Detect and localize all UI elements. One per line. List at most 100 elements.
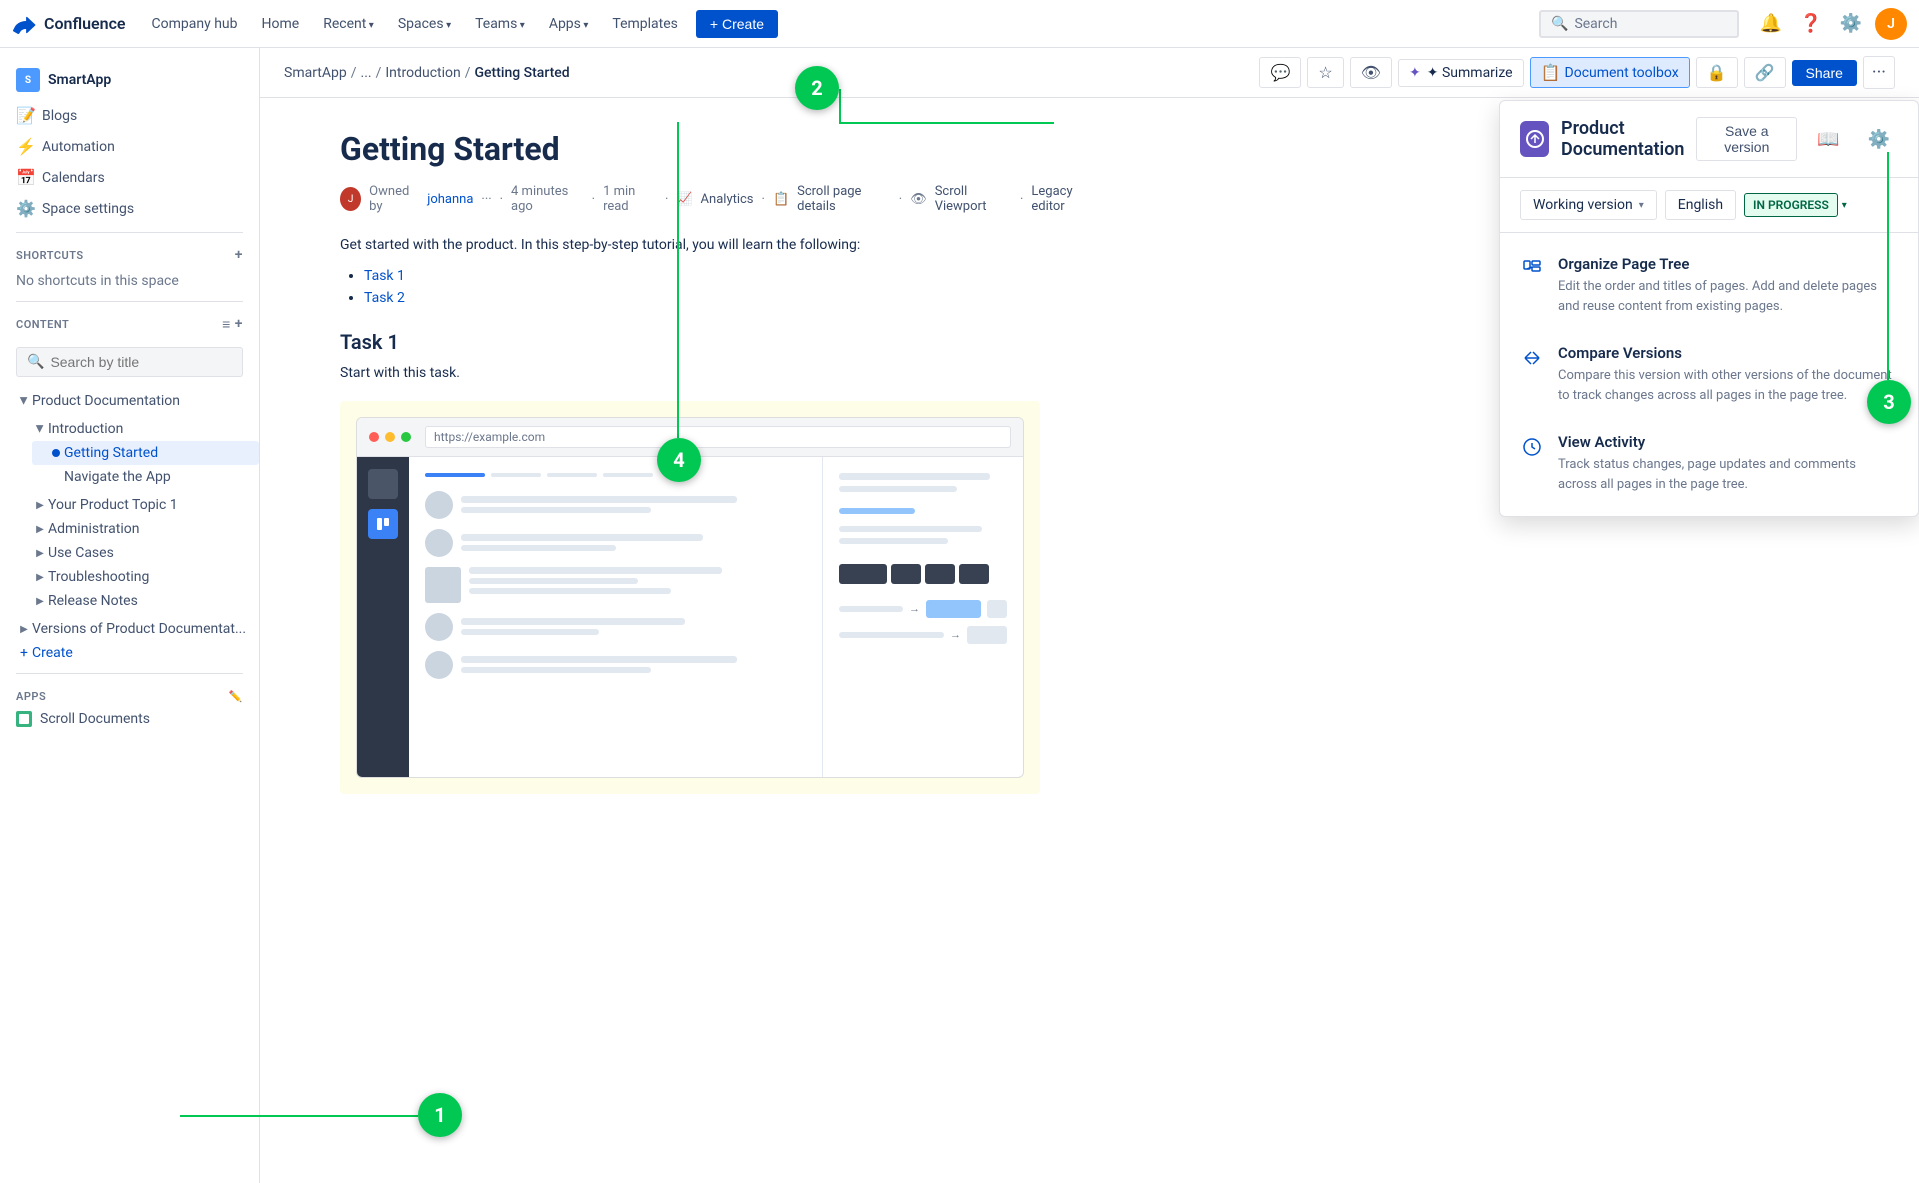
scroll-page-details-link[interactable]: Scroll page details bbox=[797, 184, 891, 214]
more-button[interactable]: ··· bbox=[1863, 56, 1895, 89]
toolbox-compare-desc: Compare this version with other versions… bbox=[1558, 366, 1898, 405]
page-body: Getting Started J Owned by johanna ··· ·… bbox=[340, 130, 1100, 794]
add-content-icon[interactable]: + bbox=[235, 316, 243, 333]
screenshot-line-6 bbox=[469, 578, 638, 584]
tree-row-versions[interactable]: ▶ Versions of Product Documentat... bbox=[0, 617, 259, 641]
toolbox-status-badge: IN PROGRESS bbox=[1744, 193, 1838, 217]
legacy-editor-link[interactable]: Legacy editor bbox=[1031, 184, 1100, 214]
tree-arrow-release-notes: ▶ bbox=[32, 593, 48, 609]
sidebar: S SmartApp 📝 Blogs + ⚡ Automation 📅 Cale… bbox=[0, 48, 260, 1183]
tree-row-your-product-topic-1[interactable]: ▶ Your Product Topic 1 bbox=[16, 493, 259, 517]
step-circle-3: 3 bbox=[1867, 380, 1911, 424]
screenshot-right-line-1 bbox=[839, 473, 990, 480]
browser-dot-yellow bbox=[385, 432, 395, 442]
step-circle-2: 2 bbox=[795, 66, 839, 110]
tree-row-use-cases[interactable]: ▶ Use Cases bbox=[16, 541, 259, 565]
tree-children-product-documentation: ▶ Introduction Getting Started Navigate … bbox=[0, 413, 259, 613]
user-avatar[interactable]: J bbox=[1875, 8, 1907, 40]
calendars-icon: 📅 bbox=[16, 168, 36, 187]
tree-row-navigate-the-app[interactable]: Navigate the App bbox=[32, 465, 259, 489]
breadcrumb-space[interactable]: SmartApp bbox=[284, 65, 347, 81]
nav-spaces[interactable]: Spaces bbox=[388, 10, 461, 38]
screenshot-sidebar-icon-accent bbox=[368, 509, 398, 539]
top-nav: Confluence Company hub Home Recent Space… bbox=[0, 0, 1919, 48]
toolbox-product-icon bbox=[1520, 121, 1549, 157]
comment-button[interactable]: 💬 bbox=[1259, 57, 1301, 88]
breadcrumb-parent[interactable]: Introduction bbox=[385, 65, 460, 81]
sidebar-item-automation[interactable]: ⚡ Automation bbox=[0, 131, 259, 162]
sidebar-item-scroll-documents[interactable]: Scroll Documents bbox=[16, 707, 243, 731]
sidebar-divider-1 bbox=[16, 232, 243, 233]
screenshot-line-10 bbox=[461, 656, 737, 663]
analytics-link[interactable]: Analytics bbox=[701, 192, 754, 207]
toolbox-activity-icon bbox=[1520, 435, 1544, 459]
tree-row-administration[interactable]: ▶ Administration bbox=[16, 517, 259, 541]
toolbox-settings-icon[interactable]: ⚙️ bbox=[1860, 124, 1898, 155]
document-toolbox-button[interactable]: 📋 Document toolbox bbox=[1530, 57, 1690, 88]
nav-recent[interactable]: Recent bbox=[313, 10, 384, 38]
task-1-link[interactable]: Task 1 bbox=[364, 268, 405, 284]
watch-button[interactable]: 👁 bbox=[1350, 57, 1392, 88]
screenshot-arrow-1: → bbox=[909, 602, 920, 615]
breadcrumb-ellipsis[interactable]: ... bbox=[361, 65, 372, 81]
tree-row-create[interactable]: + Create bbox=[0, 641, 259, 665]
tree-label-create: Create bbox=[32, 645, 251, 661]
task-2-link[interactable]: Task 2 bbox=[364, 290, 405, 306]
nav-teams[interactable]: Teams bbox=[465, 10, 535, 38]
author-link[interactable]: johanna bbox=[427, 192, 473, 207]
settings-button[interactable]: ⚙️ bbox=[1835, 8, 1867, 40]
search-by-title-input[interactable] bbox=[50, 354, 232, 370]
apps-edit-icon[interactable]: ✏️ bbox=[229, 690, 243, 703]
space-header[interactable]: S SmartApp bbox=[0, 60, 259, 100]
screenshot-link-row-2: → bbox=[839, 626, 1007, 644]
search-box[interactable]: 🔍 Search bbox=[1539, 10, 1739, 38]
summarize-button[interactable]: ✦ ✦ Summarize bbox=[1398, 59, 1524, 87]
help-button[interactable]: ❓ bbox=[1795, 8, 1827, 40]
apps-section-header: APPS ✏️ bbox=[16, 690, 243, 703]
tree-row-introduction[interactable]: ▶ Introduction bbox=[16, 417, 259, 441]
screenshot-tab-1 bbox=[491, 473, 541, 477]
notifications-button[interactable]: 🔔 bbox=[1755, 8, 1787, 40]
toolbox-item-organize[interactable]: Organize Page Tree Edit the order and ti… bbox=[1500, 241, 1918, 330]
author-meta-more[interactable]: ··· bbox=[481, 192, 491, 207]
tree-row-product-documentation[interactable]: ▶ Product Documentation bbox=[0, 389, 259, 413]
task-1-body: Start with this task. bbox=[340, 362, 1100, 384]
share-button[interactable]: Share bbox=[1792, 60, 1857, 86]
toolbox-item-compare[interactable]: Compare Versions Compare this version wi… bbox=[1500, 330, 1918, 419]
toolbox-save-version-button[interactable]: Save a version bbox=[1696, 117, 1797, 161]
sidebar-item-calendars[interactable]: 📅 Calendars bbox=[0, 162, 259, 193]
screenshot-btn-row bbox=[839, 564, 1007, 584]
screenshot-list-row-2 bbox=[425, 529, 806, 557]
star-button[interactable]: ☆ bbox=[1307, 57, 1343, 88]
toolbox-status-arrow[interactable]: ▾ bbox=[1842, 200, 1847, 211]
tree-row-troubleshooting[interactable]: ▶ Troubleshooting bbox=[16, 565, 259, 589]
logo[interactable]: Confluence bbox=[12, 12, 126, 36]
sidebar-item-blogs[interactable]: 📝 Blogs + bbox=[0, 100, 259, 131]
nav-templates[interactable]: Templates bbox=[602, 10, 688, 38]
tree-row-release-notes[interactable]: ▶ Release Notes bbox=[16, 589, 259, 613]
toolbox-book-icon[interactable]: 📖 bbox=[1809, 124, 1847, 155]
screenshot-tab-3 bbox=[603, 473, 653, 477]
tree-label-product-documentation: Product Documentation bbox=[32, 393, 251, 409]
task-1-heading: Task 1 bbox=[340, 330, 1100, 354]
sidebar-item-space-settings[interactable]: ⚙️ Space settings bbox=[0, 193, 259, 224]
add-shortcut-icon[interactable]: + bbox=[235, 247, 243, 263]
toolbox-item-activity[interactable]: View Activity Track status changes, page… bbox=[1500, 419, 1918, 508]
screenshot-line-4 bbox=[461, 545, 616, 551]
link-button[interactable]: 🔗 bbox=[1744, 57, 1786, 88]
toolbox-language-select[interactable]: English bbox=[1665, 190, 1736, 220]
filter-icon[interactable]: ≡ bbox=[222, 316, 231, 333]
nav-home[interactable]: Home bbox=[252, 10, 310, 38]
nav-company-hub[interactable]: Company hub bbox=[142, 10, 248, 38]
browser-dot-green bbox=[401, 432, 411, 442]
search-by-title-container[interactable]: 🔍 bbox=[16, 347, 243, 377]
scroll-viewport-link[interactable]: Scroll Viewport bbox=[935, 184, 1012, 214]
tree-row-getting-started[interactable]: Getting Started bbox=[32, 441, 259, 465]
restrict-button[interactable]: 🔒 bbox=[1696, 57, 1738, 88]
step-line-3 bbox=[1887, 152, 1889, 380]
toolbox-version-select[interactable]: Working version ▾ bbox=[1520, 190, 1657, 220]
create-button[interactable]: + Create bbox=[696, 10, 778, 38]
shortcuts-section-header: SHORTCUTS + bbox=[0, 241, 259, 269]
nav-apps[interactable]: Apps bbox=[539, 10, 599, 38]
tree-dot-getting-started bbox=[52, 449, 60, 457]
